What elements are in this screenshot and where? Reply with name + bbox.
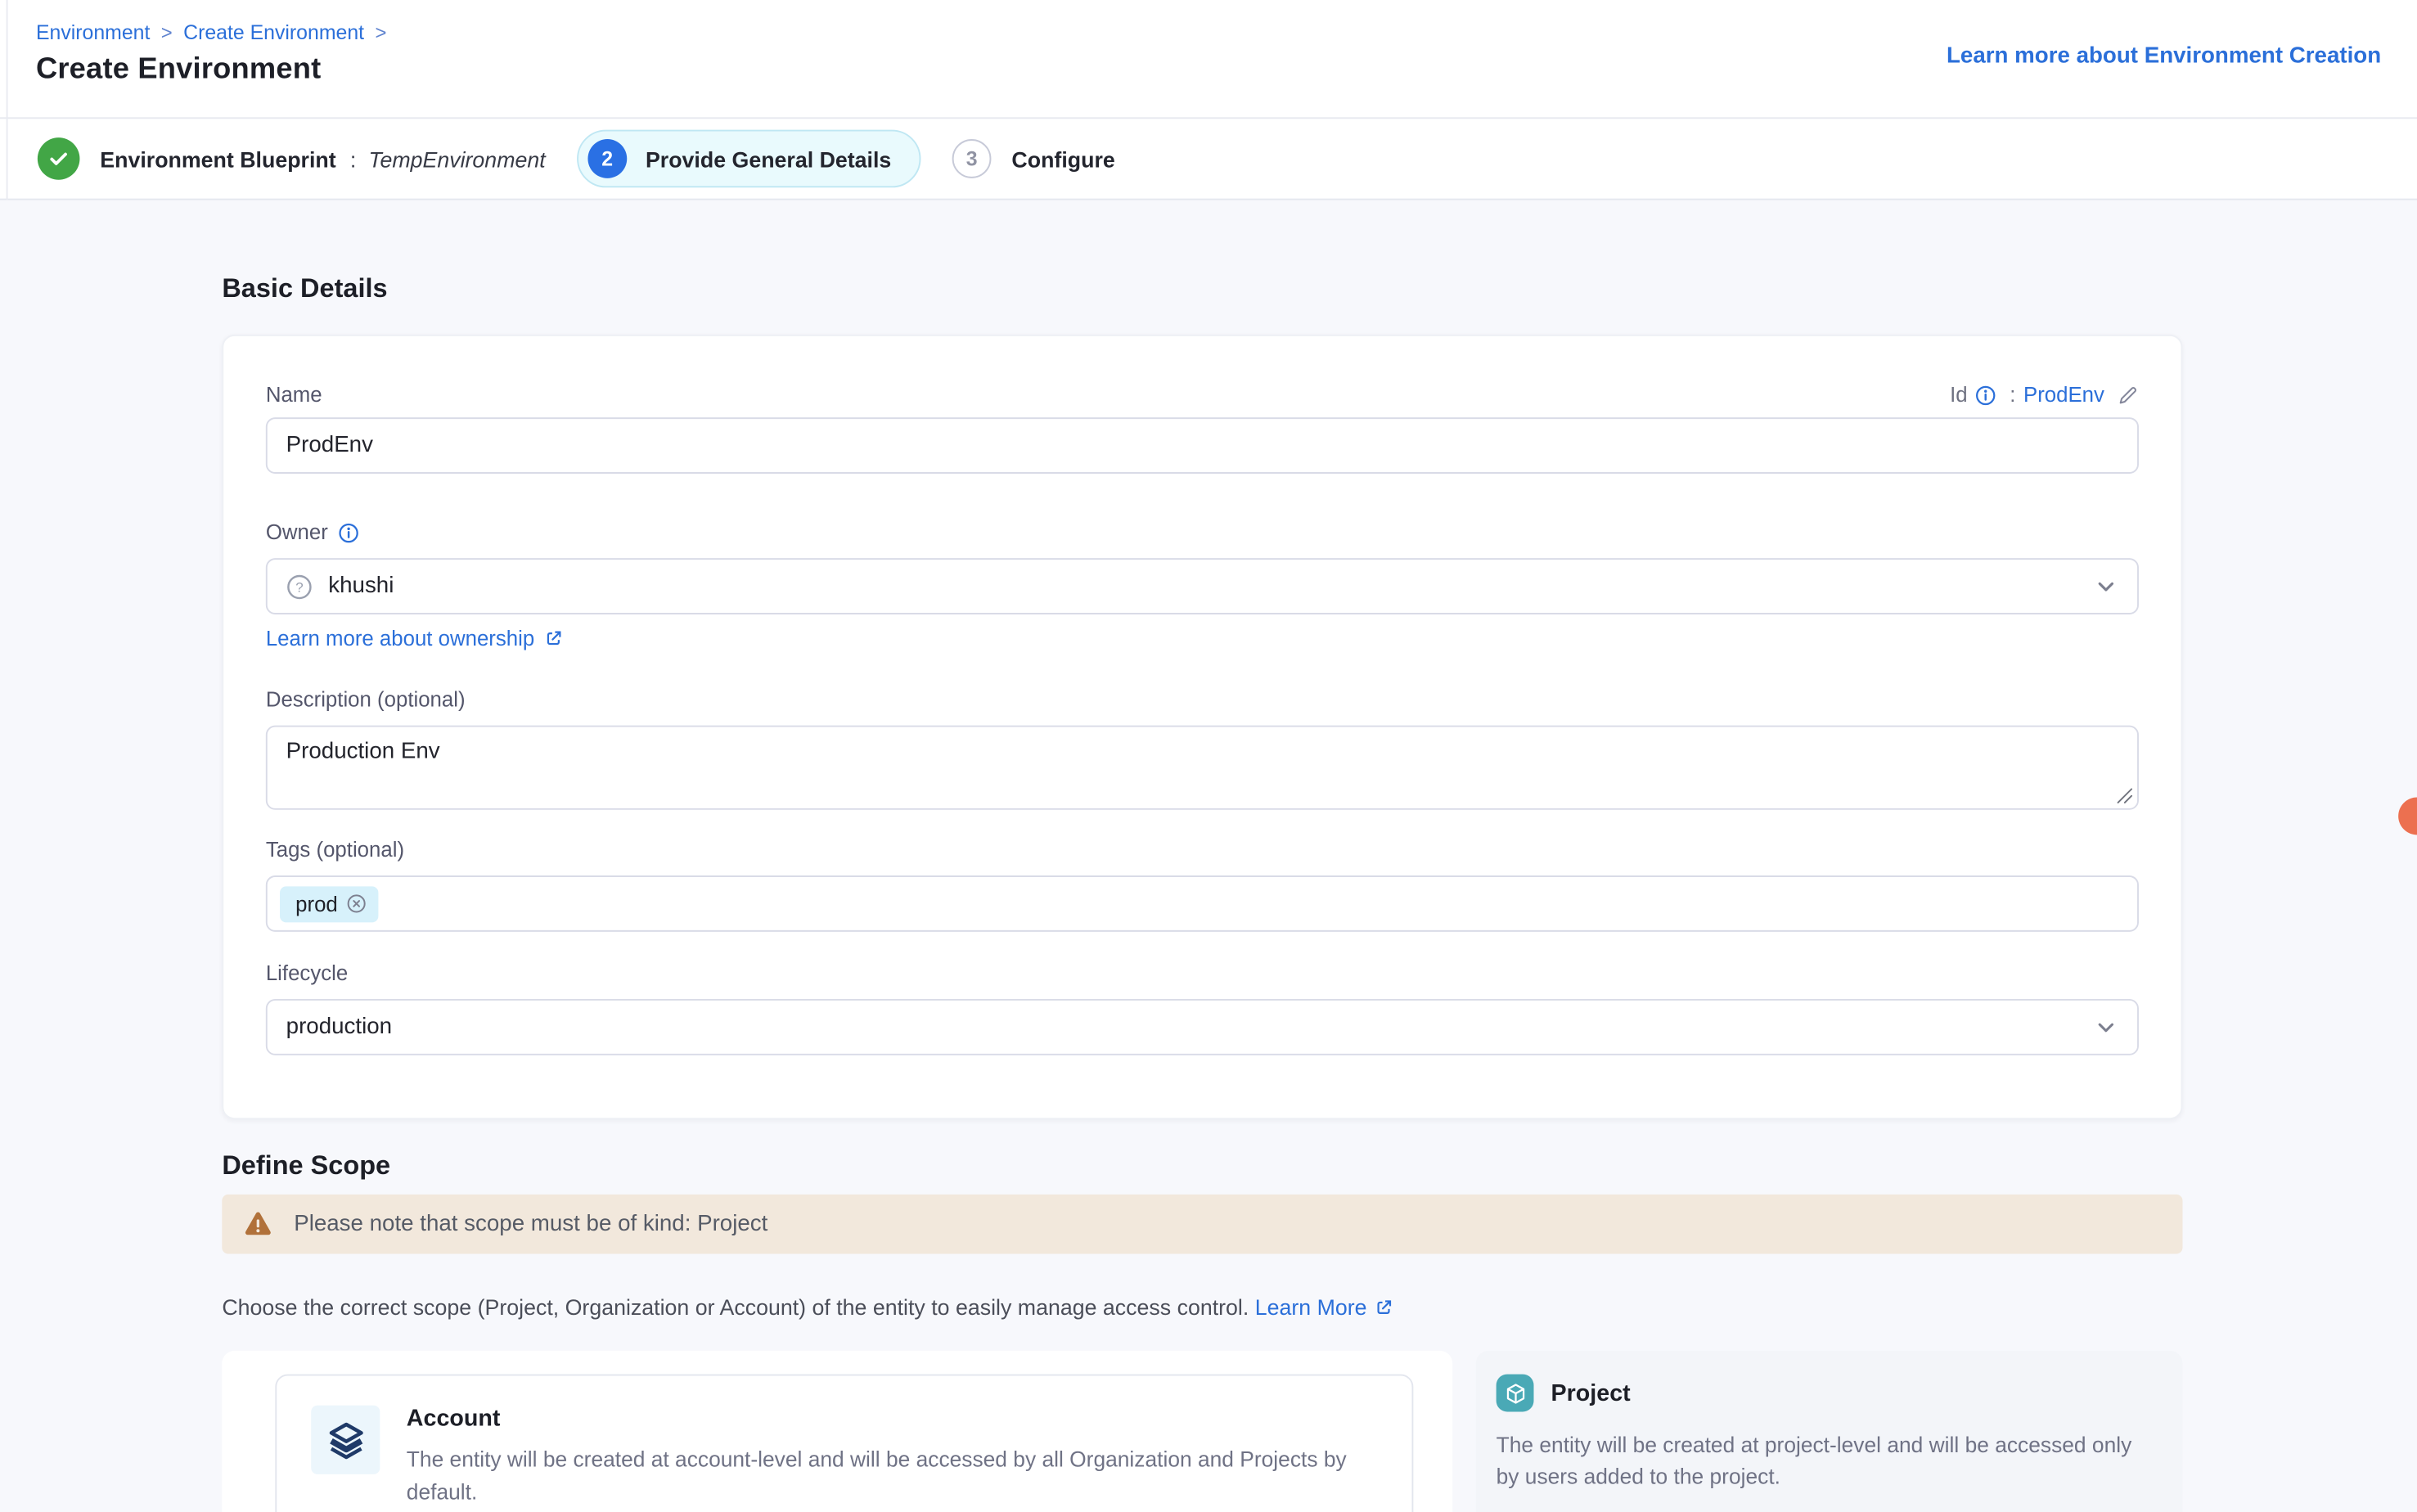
- step1-value: TempEnvironment: [369, 146, 546, 172]
- tag-chip-text: prod: [295, 892, 338, 916]
- main-content: Basic Details Name Id : ProdEnv Owner: [222, 200, 2182, 1512]
- step-configure[interactable]: 3 Configure: [952, 139, 1115, 178]
- account-icon-tile: [311, 1406, 380, 1474]
- owner-label-text: Owner: [266, 520, 328, 544]
- description-label: Description (optional): [266, 688, 466, 712]
- page-header: Environment > Create Environment > Creat…: [0, 0, 2417, 119]
- scope-link-text: Learn More: [1255, 1294, 1367, 1320]
- create-environment-page: Environment > Create Environment > Creat…: [0, 0, 2417, 1512]
- info-icon[interactable]: [337, 521, 359, 543]
- external-link-icon: [544, 629, 564, 649]
- project-icon-tile[interactable]: [1497, 1375, 1534, 1412]
- resize-grip-icon[interactable]: [2113, 785, 2134, 805]
- external-link-icon: [1375, 1297, 1394, 1316]
- scope-hint-text: Choose the correct scope (Project, Organ…: [222, 1294, 1249, 1320]
- lifecycle-select[interactable]: production: [266, 999, 2139, 1055]
- id-label: Id: [1950, 383, 1968, 407]
- window-edge-divider: [7, 0, 8, 200]
- id-colon: :: [2010, 383, 2015, 407]
- name-input[interactable]: [266, 417, 2139, 474]
- tags-input[interactable]: prod: [266, 875, 2139, 932]
- owner-value: khushi: [328, 574, 394, 599]
- project-option-description: The entity will be created at project-le…: [1497, 1430, 2152, 1492]
- entity-id-row: Id : ProdEnv: [1950, 383, 2139, 407]
- check-icon: [38, 137, 80, 180]
- lifecycle-label: Lifecycle: [266, 961, 348, 985]
- tag-chip: prod: [280, 885, 378, 921]
- name-label: Name: [266, 383, 322, 407]
- step-provide-general-details[interactable]: 2 Provide General Details: [577, 130, 921, 188]
- define-scope-heading: Define Scope: [222, 1150, 2182, 1181]
- scope-warning-banner: Please note that scope must be of kind: …: [222, 1195, 2182, 1254]
- account-scope-card[interactable]: Account The entity will be created at ac…: [275, 1375, 1413, 1512]
- lifecycle-value: production: [286, 1015, 392, 1040]
- warning-text: Please note that scope must be of kind: …: [294, 1212, 767, 1237]
- account-option-copy: Account The entity will be created at ac…: [407, 1406, 1378, 1510]
- scope-options: Account The entity will be created at ac…: [222, 1351, 2182, 1512]
- svg-text:?: ?: [295, 578, 303, 594]
- description-textarea[interactable]: Production Env: [266, 726, 2139, 810]
- step-environment-blueprint[interactable]: Environment Blueprint : TempEnvironment: [38, 137, 546, 180]
- learn-more-ownership-link[interactable]: Learn more about ownership: [266, 627, 564, 650]
- project-scope-panel: Project The entity will be created at pr…: [1476, 1351, 2183, 1512]
- feedback-side-tab[interactable]: [2398, 798, 2417, 835]
- tags-label: Tags (optional): [266, 838, 404, 862]
- step2-label: Provide General Details: [646, 146, 891, 172]
- remove-tag-icon[interactable]: [345, 893, 367, 915]
- scope-hint: Choose the correct scope (Project, Organ…: [222, 1294, 2182, 1320]
- learn-more-environment-creation-link[interactable]: Learn more about Environment Creation: [1947, 44, 2381, 70]
- warning-icon: [242, 1208, 273, 1240]
- step1-colon: :: [350, 146, 356, 172]
- step3-label: Configure: [1011, 146, 1114, 172]
- question-circle-icon: ?: [286, 573, 313, 599]
- breadcrumb-separator: >: [375, 21, 386, 43]
- chevron-down-icon[interactable]: [2094, 1015, 2119, 1040]
- breadcrumb-separator: >: [161, 21, 173, 43]
- project-option-header: Project: [1497, 1375, 2152, 1412]
- ownership-link-text: Learn more about ownership: [266, 627, 534, 650]
- project-option-title: Project: [1551, 1379, 1631, 1406]
- cube-icon: [1503, 1381, 1527, 1405]
- basic-details-card: Name Id : ProdEnv Owner ? khushi: [222, 335, 2182, 1119]
- entity-id-value[interactable]: ProdEnv: [2023, 383, 2104, 407]
- step2-number-badge: 2: [587, 139, 627, 178]
- breadcrumb-link-create-environment[interactable]: Create Environment: [183, 20, 364, 44]
- step3-number-badge: 3: [952, 139, 992, 178]
- chevron-down-icon[interactable]: [2094, 574, 2119, 599]
- account-option-description: The entity will be created at account-le…: [407, 1443, 1378, 1510]
- info-icon[interactable]: [1975, 384, 1997, 406]
- edit-id-icon[interactable]: [2117, 384, 2139, 406]
- breadcrumb-link-environment[interactable]: Environment: [36, 20, 150, 44]
- basic-details-heading: Basic Details: [222, 200, 2182, 305]
- wizard-stepper: Environment Blueprint : TempEnvironment …: [0, 119, 2417, 200]
- learn-more-scope-link[interactable]: Learn More: [1255, 1294, 1394, 1320]
- breadcrumb: Environment > Create Environment >: [36, 20, 2381, 44]
- layers-icon: [324, 1419, 367, 1461]
- account-option-title: Account: [407, 1406, 1378, 1432]
- owner-label: Owner: [266, 520, 359, 544]
- step1-label: Environment Blueprint: [100, 146, 335, 172]
- owner-select[interactable]: ? khushi: [266, 558, 2139, 614]
- account-scope-panel: Account The entity will be created at ac…: [222, 1351, 1452, 1512]
